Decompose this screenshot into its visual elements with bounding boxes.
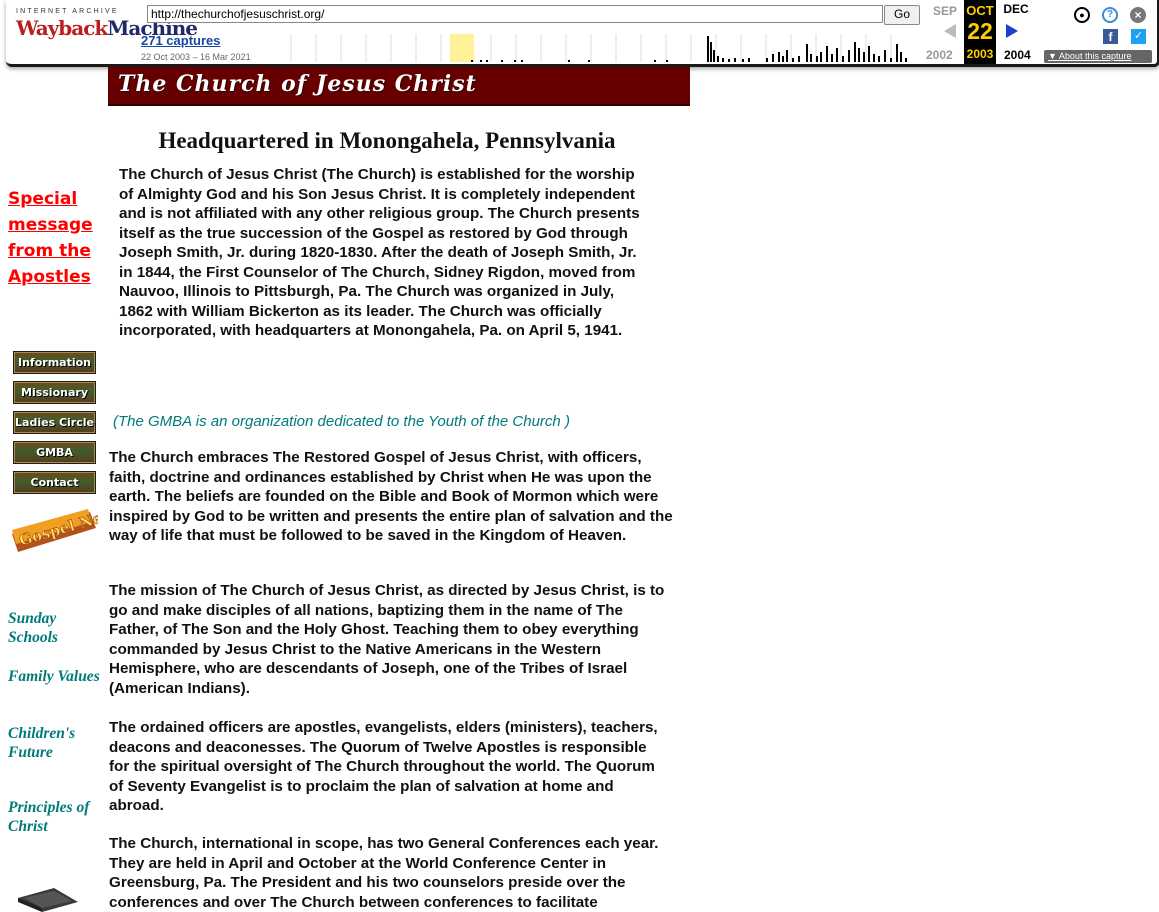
- next-month-label[interactable]: DEC: [1000, 2, 1032, 16]
- conferences-paragraph: The Church, international in scope, has …: [109, 835, 659, 911]
- mission-paragraph: The mission of The Church of Jesus Chris…: [109, 582, 665, 697]
- current-date-box: OCT 22 2003: [964, 0, 996, 64]
- nav-button-information[interactable]: Information: [13, 351, 96, 374]
- nav-button-gmba[interactable]: GMBA: [13, 441, 96, 464]
- current-month: OCT: [966, 3, 994, 18]
- gospel-paragraph: The Church embraces The Restored Gospel …: [109, 449, 673, 544]
- help-icon[interactable]: ?: [1102, 7, 1118, 23]
- go-button[interactable]: Go: [884, 5, 920, 25]
- prev-year-label[interactable]: 2002: [926, 48, 953, 62]
- close-icon[interactable]: ×: [1130, 7, 1146, 23]
- wayback-toolbar: INTERNET ARCHIVE WaybackMachine http://t…: [6, 0, 1159, 67]
- book-icon[interactable]: [14, 888, 80, 912]
- gospel-news-logo[interactable]: Gospel News: [10, 508, 98, 554]
- calendar-nav: SEP 2002 OCT 22 2003 DEC 2004: [924, 0, 1034, 64]
- wayback-logo[interactable]: INTERNET ARCHIVE WaybackMachine: [16, 8, 198, 52]
- nav-button-missionary[interactable]: Missionary: [13, 381, 96, 404]
- family-values-link[interactable]: Family Values: [8, 667, 108, 686]
- svg-text:Gospel News: Gospel News: [17, 508, 98, 550]
- logo-internet-archive-text: INTERNET ARCHIVE: [16, 8, 119, 15]
- intro-paragraph: The Church of Jesus Christ (The Church) …: [119, 166, 640, 339]
- logo-wayback-machine-text: WaybackMachine: [16, 16, 198, 40]
- nav-button-contact[interactable]: Contact: [13, 471, 96, 494]
- page-headline: Headquartered in Monongahela, Pennsylvan…: [158, 128, 616, 153]
- prev-month-label[interactable]: SEP: [929, 4, 961, 18]
- account-icon[interactable]: ●: [1074, 7, 1090, 23]
- next-capture-arrow-icon[interactable]: [1006, 24, 1018, 38]
- officers-paragraph: The ordained officers are apostles, evan…: [109, 719, 658, 814]
- captures-link[interactable]: 271 captures: [141, 33, 221, 48]
- banner-title: The Church of Jesus Christ: [118, 71, 477, 97]
- about-capture-button[interactable]: ▼ About this capture: [1044, 50, 1152, 63]
- url-input[interactable]: http://thechurchofjesuschrist.org/: [147, 5, 883, 23]
- gmba-note: (The GMBA is an organization dedicated t…: [113, 413, 570, 430]
- capture-range: 22 Oct 2003 – 16 Mar 2021: [141, 52, 251, 62]
- childrens-future-link[interactable]: Children's Future: [8, 724, 108, 762]
- twitter-icon[interactable]: ✓: [1131, 29, 1146, 44]
- special-message-link[interactable]: Special message from the Apostles: [8, 186, 103, 290]
- nav-button-ladies-circle[interactable]: Ladies Circle: [13, 411, 96, 434]
- prev-capture-arrow-icon[interactable]: [944, 24, 956, 38]
- current-year: 2003: [966, 47, 994, 61]
- principles-of-christ-link[interactable]: Principles of Christ: [8, 798, 108, 836]
- capture-sparkline[interactable]: [266, 34, 918, 62]
- sunday-schools-link[interactable]: Sunday Schools: [8, 609, 108, 647]
- next-year-label[interactable]: 2004: [1004, 48, 1031, 62]
- site-banner: The Church of Jesus Christ: [108, 67, 690, 106]
- current-day: 22: [967, 18, 993, 44]
- facebook-icon[interactable]: f: [1103, 29, 1118, 44]
